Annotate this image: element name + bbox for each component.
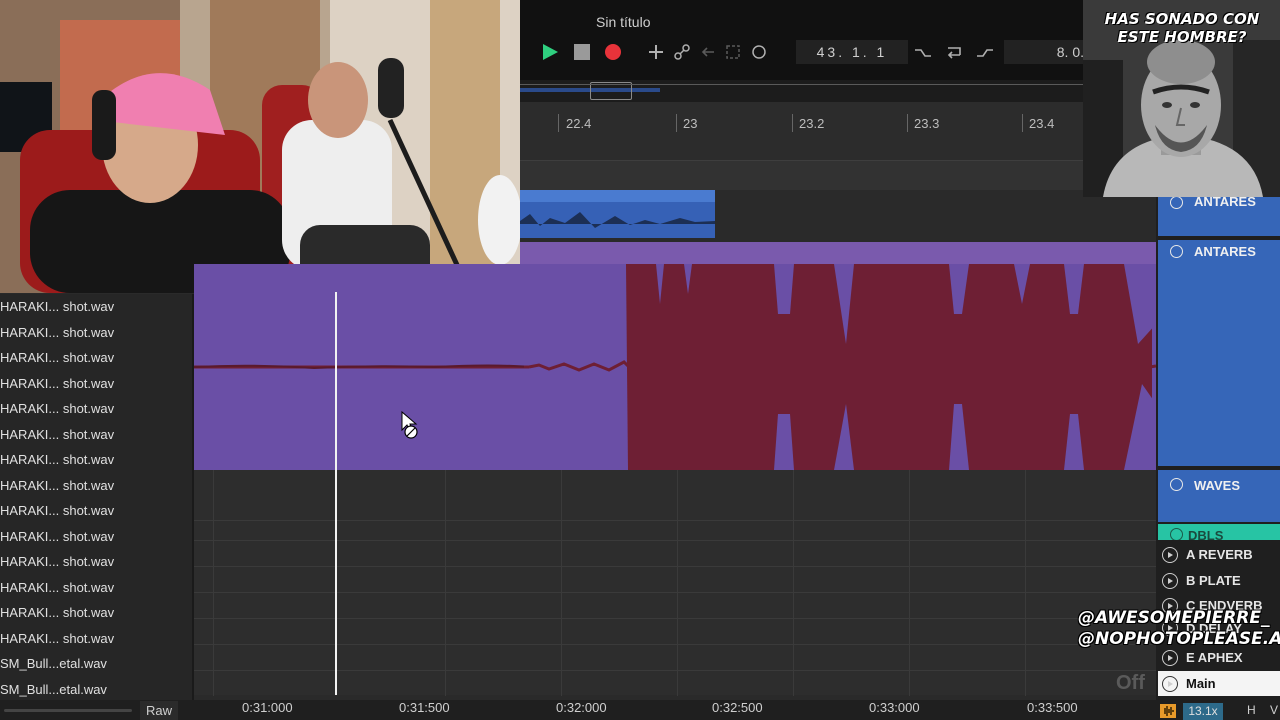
fold-icon[interactable] <box>1170 528 1183 540</box>
track-lanes[interactable] <box>194 470 1156 695</box>
punch-out-icon <box>977 49 993 57</box>
play-icon[interactable] <box>1162 572 1178 589</box>
track-name[interactable]: HARAKI... shot.wav <box>0 320 190 345</box>
track-header-antares-2[interactable]: ANTARES <box>1158 240 1280 466</box>
track-header-label: WAVES <box>1194 478 1240 493</box>
record-button[interactable] <box>603 42 623 62</box>
record-icon <box>605 44 621 60</box>
time-axis-label: 0:33:000 <box>869 700 920 715</box>
track-name[interactable]: SM_Bull...etal.wav <box>0 651 190 676</box>
time-axis-label: 0:31:500 <box>399 700 450 715</box>
stop-icon <box>574 44 590 60</box>
return-track-label: A REVERB <box>1186 547 1253 562</box>
time-axis-label: 0:33:500 <box>1027 700 1078 715</box>
main-track[interactable]: Main <box>1158 671 1280 696</box>
punch-out-button[interactable] <box>975 42 995 62</box>
back-to-arrangement-button[interactable] <box>698 42 718 62</box>
status-bar <box>0 700 1280 720</box>
play-icon <box>543 44 558 60</box>
ruler-label: 23.4 <box>1029 116 1055 131</box>
fold-icon[interactable] <box>1170 245 1183 258</box>
waveform <box>520 212 715 228</box>
webcam-feed-streamers <box>0 0 522 295</box>
time-axis-label: 0:32:000 <box>556 700 607 715</box>
clip-header-purple[interactable] <box>520 242 1156 264</box>
ruler-label: 23.2 <box>799 116 825 131</box>
ruler-label: 22.4 <box>566 116 592 131</box>
capture-icon <box>726 45 740 59</box>
waveform-view-icon[interactable] <box>1160 704 1176 718</box>
horizontal-zoom-button[interactable]: H <box>1247 703 1256 717</box>
waveform <box>193 264 1157 470</box>
session-record-button[interactable] <box>749 42 769 62</box>
track-name[interactable]: HARAKI... shot.wav <box>0 498 190 523</box>
audio-clip-blue[interactable] <box>520 190 715 238</box>
punch-in-button[interactable] <box>913 42 933 62</box>
track-name[interactable]: HARAKI... shot.wav <box>0 524 190 549</box>
track-name[interactable]: HARAKI... shot.wav <box>0 447 190 472</box>
track-header-antares-1[interactable]: ANTARES <box>1158 194 1280 236</box>
track-name[interactable]: HARAKI... shot.wav <box>0 345 190 370</box>
play-icon[interactable] <box>1162 649 1178 666</box>
fold-icon[interactable] <box>1170 196 1183 209</box>
track-header-label: DBLS <box>1188 528 1224 540</box>
play-icon[interactable] <box>1162 675 1178 692</box>
arrow-left-icon <box>701 47 714 57</box>
play-icon[interactable] <box>1162 546 1178 563</box>
stop-button[interactable] <box>572 42 592 62</box>
track-name[interactable]: HARAKI... shot.wav <box>0 600 190 625</box>
beat-time-ruler[interactable] <box>520 102 1160 160</box>
circle-icon <box>752 45 766 59</box>
ruler-label: 23 <box>683 116 698 131</box>
plus-icon <box>649 45 663 59</box>
audio-clip-main[interactable] <box>193 264 1157 470</box>
off-label: Off <box>1116 672 1145 694</box>
clip-region <box>194 264 520 292</box>
capture-button[interactable] <box>723 42 743 62</box>
track-name[interactable]: HARAKI... shot.wav <box>0 294 190 319</box>
track-name[interactable]: HARAKI... shot.wav <box>0 371 190 396</box>
return-track-a-reverb[interactable]: A REVERB <box>1158 542 1280 567</box>
loop-icon <box>947 47 961 59</box>
loop-button[interactable] <box>944 42 964 62</box>
social-handle: @AWESOMEPIERRE_ <box>1078 608 1270 628</box>
track-name[interactable]: SM_Bull...etal.wav <box>0 677 190 702</box>
track-name[interactable]: HARAKI... shot.wav <box>0 473 190 498</box>
time-axis-label: 0:32:500 <box>712 700 763 715</box>
fold-icon[interactable] <box>1170 478 1183 491</box>
loop-length-readout[interactable]: 8. 0. <box>1004 40 1088 64</box>
playhead[interactable] <box>335 292 337 695</box>
raw-button[interactable]: Raw <box>140 701 178 720</box>
return-track-label: E APHEX <box>1186 650 1243 665</box>
meme-caption: HAS SONADO CON ESTE HOMBRE? <box>1104 10 1260 46</box>
time-axis-label: 0:31:000 <box>242 700 293 715</box>
track-name[interactable]: HARAKI... shot.wav <box>0 626 190 651</box>
overdub-button[interactable] <box>646 42 666 62</box>
return-track-b-plate[interactable]: B PLATE <box>1158 568 1280 593</box>
horizontal-scrollbar[interactable] <box>4 709 132 712</box>
play-button[interactable] <box>540 42 560 62</box>
automation-icon <box>674 44 690 60</box>
track-header-dbls[interactable]: DBLS <box>1158 524 1280 540</box>
document-title: Sin título <box>596 14 651 30</box>
punch-in-icon <box>915 49 931 57</box>
track-header-waves[interactable]: WAVES <box>1158 470 1280 522</box>
track-name[interactable]: HARAKI... shot.wav <box>0 396 190 421</box>
arrangement-position-readout[interactable]: 43. 1. 1 <box>796 40 908 64</box>
track-list: HARAKI... shot.wav HARAKI... shot.wav HA… <box>0 294 194 700</box>
mouse-cursor-icon <box>401 410 418 439</box>
zoom-readout[interactable]: 13.1x <box>1183 703 1223 720</box>
arrangement-overview[interactable] <box>520 80 1084 102</box>
vertical-zoom-button[interactable]: V <box>1270 703 1278 717</box>
track-name[interactable]: HARAKI... shot.wav <box>0 575 190 600</box>
social-handle: @NOPHOTOPLEASE.ALS <box>1078 629 1280 649</box>
automation-arm-button[interactable] <box>672 42 692 62</box>
main-track-label: Main <box>1186 676 1216 691</box>
return-track-label: B PLATE <box>1186 573 1241 588</box>
track-name[interactable]: HARAKI... shot.wav <box>0 549 190 574</box>
track-lane[interactable] <box>520 160 1156 190</box>
ruler-label: 23.3 <box>914 116 940 131</box>
track-name[interactable]: HARAKI... shot.wav <box>0 422 190 447</box>
track-header-label: ANTARES <box>1194 244 1256 259</box>
